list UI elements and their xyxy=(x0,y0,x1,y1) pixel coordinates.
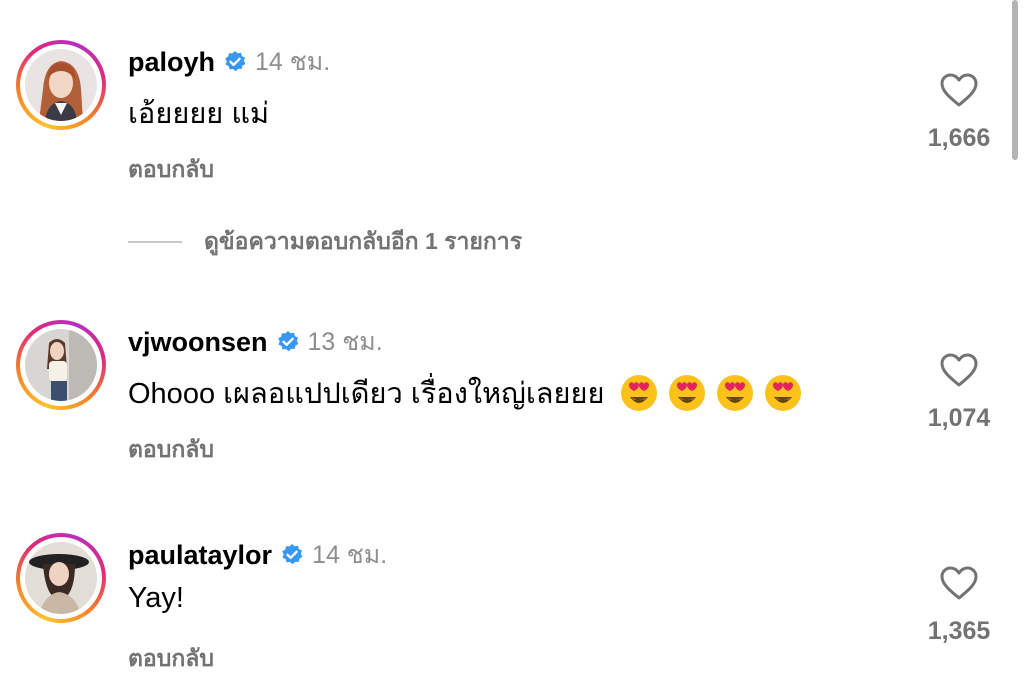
scrollbar[interactable] xyxy=(1012,0,1018,160)
avatar xyxy=(25,542,97,614)
username[interactable]: vjwoonsen xyxy=(128,327,268,358)
heart-eyes-emoji-icon xyxy=(716,375,753,411)
reply-button[interactable]: ตอบกลับ xyxy=(128,152,214,188)
like-column: 1,365 xyxy=(920,565,998,646)
avatar-story-ring[interactable] xyxy=(16,40,106,130)
heart-eyes-emoji-icon xyxy=(764,375,801,411)
heart-eyes-emoji-icon xyxy=(668,375,705,411)
comment-time: 14 ชม. xyxy=(312,541,388,569)
divider xyxy=(128,241,182,243)
comment-meta: vjwoonsen 13 ชม. xyxy=(128,322,383,362)
reply-button[interactable]: ตอบกลับ xyxy=(128,641,214,677)
username[interactable]: paloyh xyxy=(128,47,215,78)
username[interactable]: paulataylor xyxy=(128,540,272,571)
heart-icon[interactable] xyxy=(939,72,979,108)
heart-eyes-emoji-icon xyxy=(620,375,657,411)
avatar xyxy=(25,329,97,401)
verified-badge-icon xyxy=(277,331,298,352)
heart-icon[interactable] xyxy=(939,565,979,601)
like-column: 1,666 xyxy=(920,72,998,153)
like-count: 1,666 xyxy=(927,124,991,152)
avatar-story-ring[interactable] xyxy=(16,320,106,410)
avatar xyxy=(25,49,97,121)
verified-badge-icon xyxy=(282,544,303,565)
comment-text-row: Ohooo เผลอแปปเดียว เรื่องใหญ่เลยยย xyxy=(128,370,803,416)
heart-icon[interactable] xyxy=(939,352,979,388)
like-column: 1,074 xyxy=(920,352,998,433)
like-count: 1,365 xyxy=(927,617,991,645)
comment-meta: paulataylor 14 ชม. xyxy=(128,535,387,575)
comment-text: Yay! xyxy=(128,582,184,614)
comment-time: 14 ชม. xyxy=(255,48,331,76)
view-more-replies-button[interactable]: ดูข้อความตอบกลับอีก 1 รายการ xyxy=(128,224,522,260)
comment-meta: paloyh 14 ชม. xyxy=(128,42,330,82)
comment-text: Ohooo เผลอแปปเดียว เรื่องใหญ่เลยยย xyxy=(128,378,605,410)
avatar-story-ring[interactable] xyxy=(16,533,106,623)
verified-badge-icon xyxy=(225,51,246,72)
like-count: 1,074 xyxy=(927,404,991,432)
reply-button[interactable]: ตอบกลับ xyxy=(128,432,214,468)
comment-time: 13 ชม. xyxy=(307,328,383,356)
view-replies-label: ดูข้อความตอบกลับอีก 1 รายการ xyxy=(204,228,523,254)
comment-text: เอ้ยยยย แม่ xyxy=(128,98,270,130)
